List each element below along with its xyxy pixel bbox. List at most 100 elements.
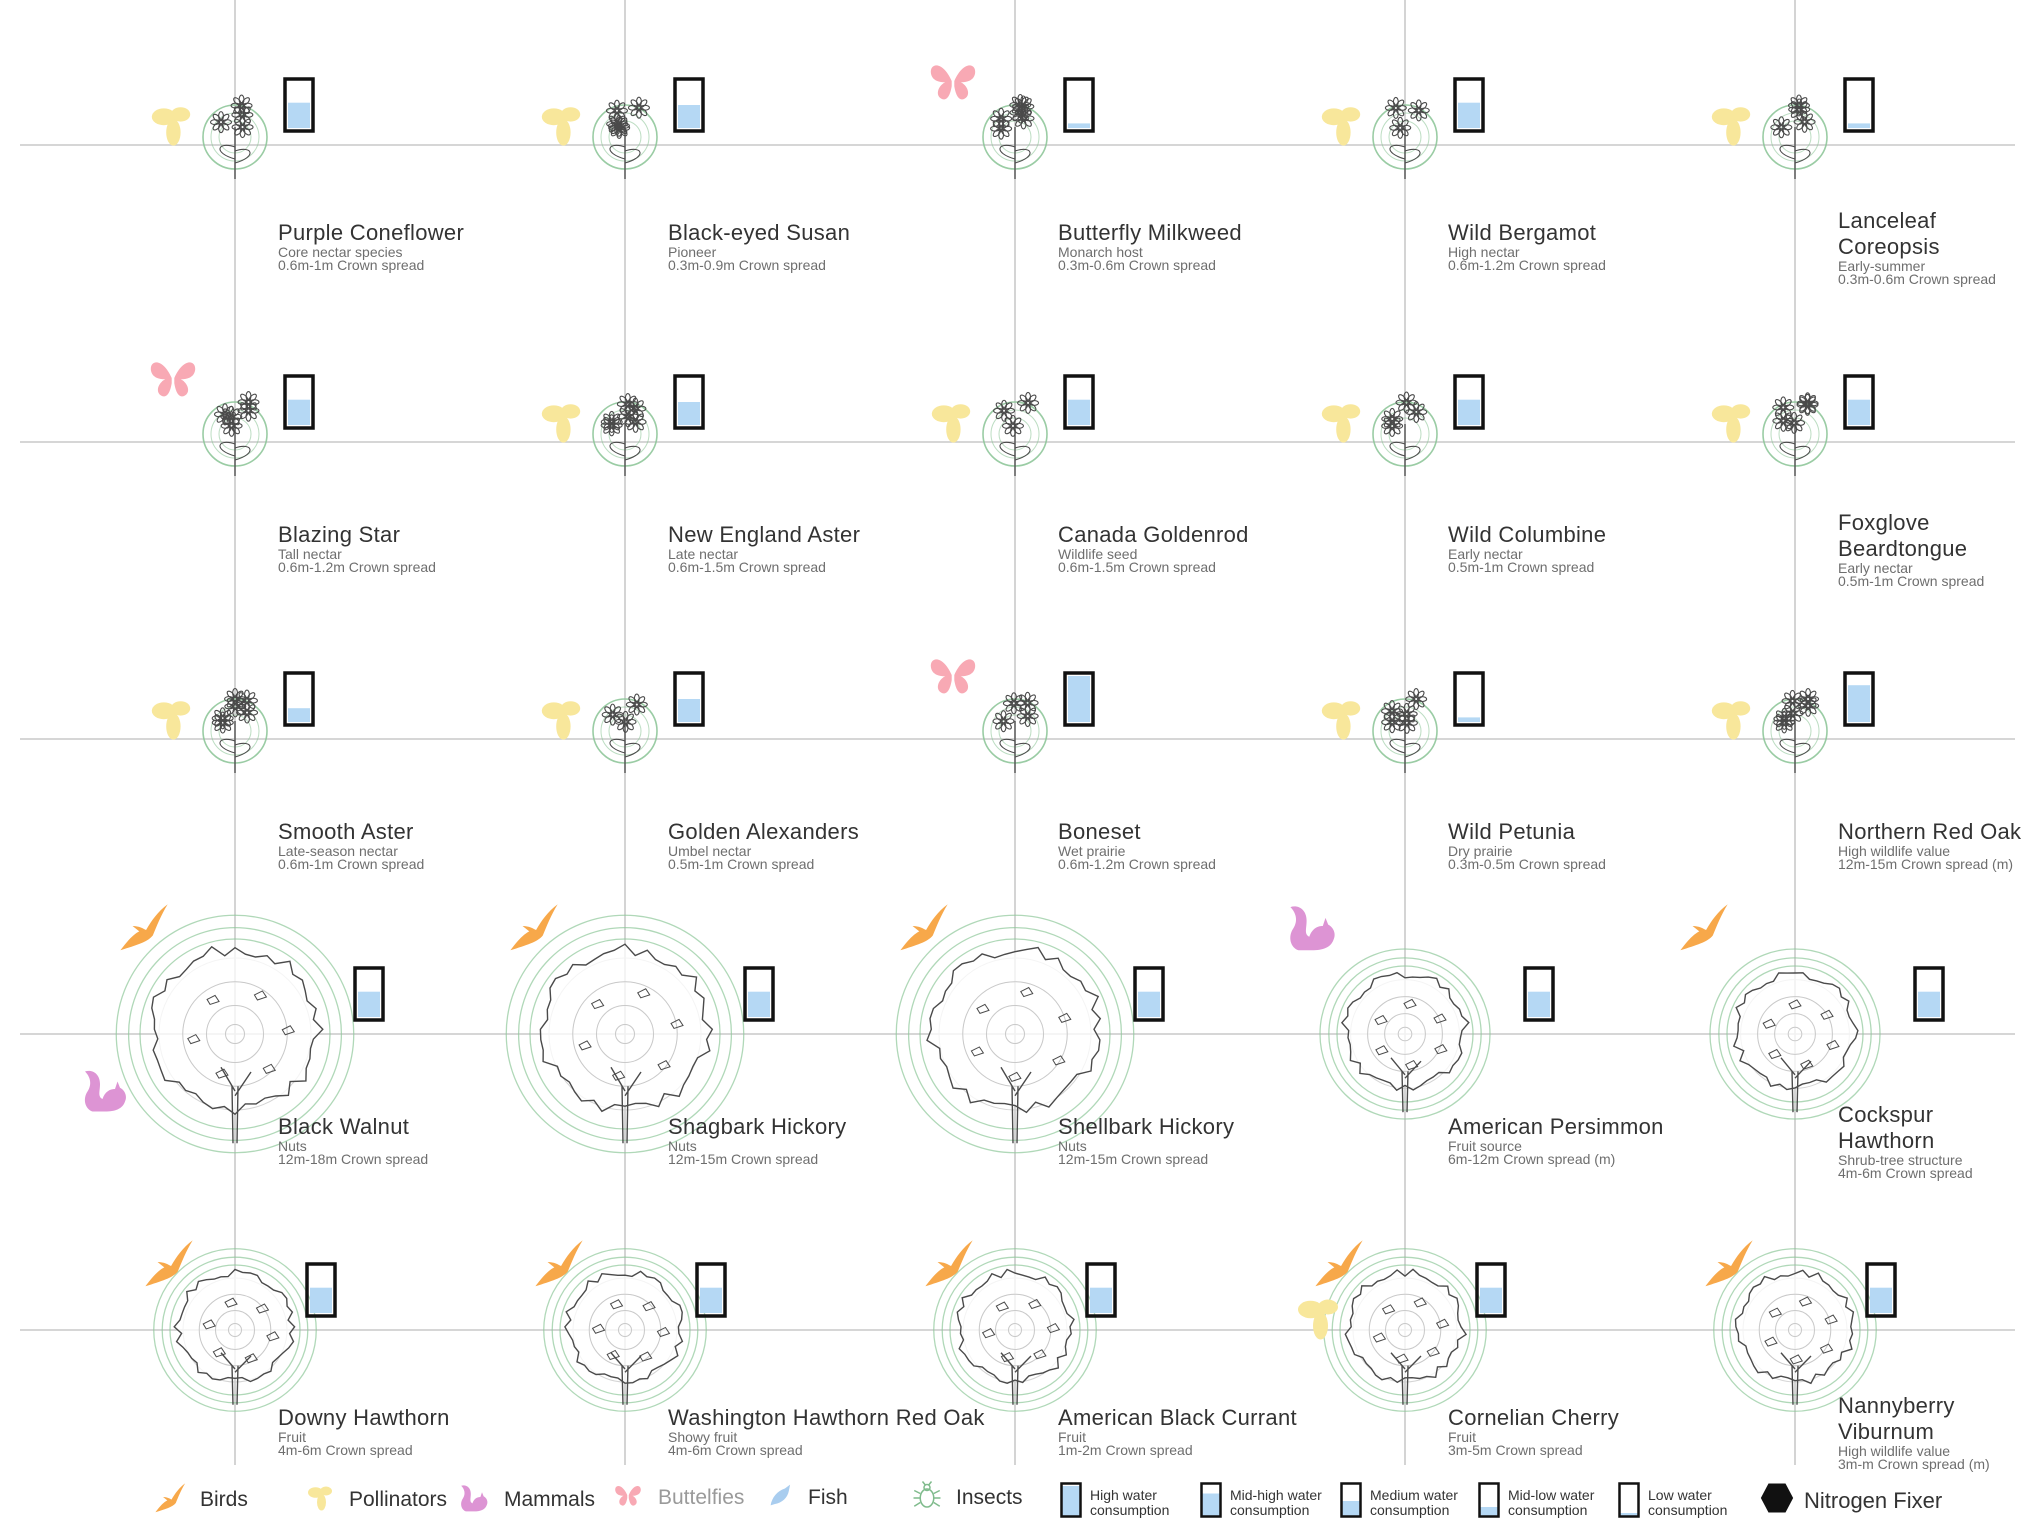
legend-fish: Fish xyxy=(768,1480,848,1515)
plant-crown-spread: 0.5m-1m Crown spread xyxy=(1838,573,1985,589)
plant-name: Canada Goldenrod xyxy=(1058,522,1249,547)
hexagon-icon xyxy=(1760,1482,1794,1519)
plant-name: American Black Currant xyxy=(1058,1405,1297,1430)
butterfly-icon xyxy=(150,362,196,397)
plant-crown-spread: 12m-18m Crown spread xyxy=(278,1151,429,1167)
water-cup-icon xyxy=(1063,671,1095,727)
legend-water-midhigh: Mid-high water consumption xyxy=(1200,1482,1345,1523)
plant-name: Northern Red Oak xyxy=(1838,819,2022,844)
plant-crown-spread: 12m-15m Crown spread (m) xyxy=(1838,856,2014,872)
plant-glyph xyxy=(982,691,1048,773)
pollinator-icon xyxy=(1711,107,1751,146)
plant-name: Boneset xyxy=(1058,819,1141,844)
plant-crown-spread: 0.6m-1m Crown spread xyxy=(278,856,425,872)
plant-glyph xyxy=(1372,391,1438,476)
water-cup-icon xyxy=(1453,671,1485,727)
legend-nitrogen-label: Nitrogen Fixer xyxy=(1804,1487,1943,1513)
plant-crown-spread: 12m-15m Crown spread xyxy=(1058,1151,1209,1167)
bird-icon xyxy=(145,1240,193,1287)
water-cup-icon xyxy=(1865,1262,1897,1318)
plant-glyph xyxy=(1372,96,1438,179)
water-cup-icon xyxy=(283,374,315,430)
bird-icon xyxy=(1705,1240,1753,1287)
pollinator-icon xyxy=(541,404,581,443)
bird-icon xyxy=(900,904,948,951)
water-cup-icon xyxy=(283,77,315,133)
water-cup-icon xyxy=(695,1262,727,1318)
plant-glyph xyxy=(1762,687,1828,773)
plant-crown-spread: 0.6m-1.2m Crown spread xyxy=(278,559,436,575)
plant-crown-spread: 0.6m-1.5m Crown spread xyxy=(1058,559,1216,575)
legend-pollinators: Pollinators xyxy=(305,1480,447,1519)
water-cup-icon xyxy=(673,77,705,133)
pollinator-icon xyxy=(1321,404,1361,443)
plant-glyph xyxy=(982,93,1048,179)
plant-name: American Persimmon xyxy=(1448,1114,1664,1139)
legend-insects-label: Insects xyxy=(956,1485,1023,1509)
plant-crown-spread: 4m-6m Crown spread xyxy=(278,1442,413,1458)
plant-crown-spread: 0.3m-0.6m Crown spread xyxy=(1058,257,1216,273)
plant-crown-spread: 12m-15m Crown spread xyxy=(668,1151,819,1167)
plant-name: Black-eyed Susan xyxy=(668,220,851,245)
plant-name: Butterfly Milkweed xyxy=(1058,220,1242,245)
plant-crown-spread: 4m-6m Crown spread xyxy=(1838,1165,1973,1181)
legend-birds: Birds xyxy=(152,1480,248,1519)
plant-name: Downy Hawthorn xyxy=(278,1405,450,1430)
beetle-icon xyxy=(912,1478,942,1517)
butterfly-icon xyxy=(930,659,976,694)
pollinator-icon xyxy=(541,701,581,740)
plant-name: Shagbark Hickory xyxy=(668,1114,847,1139)
water-cup-icon xyxy=(353,966,385,1022)
legend-water-medium-label: Medium water consumption xyxy=(1370,1486,1458,1518)
legend-birds-label: Birds xyxy=(200,1487,248,1511)
plant-name: Black Walnut xyxy=(278,1114,410,1139)
water-cup-icon xyxy=(1843,671,1875,727)
bird-icon xyxy=(1680,904,1728,951)
legend-butterflies: Buttelfies xyxy=(612,1480,744,1515)
plant-crown-spread: 0.3m-0.9m Crown spread xyxy=(668,257,826,273)
plant-name: Cockspur Hawthorn xyxy=(1838,1102,1935,1153)
plant-name: Purple Coneflower xyxy=(278,220,465,245)
pollinator-icon xyxy=(151,107,191,146)
plant-crown-spread: 4m-6m Crown spread xyxy=(668,1442,803,1458)
legend-water-low-label: Low water consumption xyxy=(1648,1486,1728,1518)
water-cup-icon xyxy=(1453,374,1485,430)
plant-crown-spread: 0.5m-1m Crown spread xyxy=(1448,559,1595,575)
legend-nitrogen: Nitrogen Fixer xyxy=(1760,1482,1942,1519)
legend-water-medium: Medium water consumption xyxy=(1340,1482,1485,1523)
bird-icon xyxy=(120,904,168,951)
pollinator-icon xyxy=(1711,404,1751,443)
pollinator-icon xyxy=(1711,701,1751,740)
plant-name: Wild Columbine xyxy=(1448,522,1607,547)
water-cup-icon xyxy=(1340,1482,1362,1523)
water-cup-icon xyxy=(673,374,705,430)
legend-fish-label: Fish xyxy=(808,1485,848,1509)
plant-glyph xyxy=(592,393,658,476)
bird-icon xyxy=(535,1240,583,1287)
plant-crown-spread: 1m-2m Crown spread xyxy=(1058,1442,1193,1458)
plant-glyph xyxy=(202,687,268,773)
pollinator-icon xyxy=(541,107,581,146)
water-cup-icon xyxy=(1453,77,1485,133)
plant-crown-spread: 0.5m-1m Crown spread xyxy=(668,856,815,872)
legend-pollinators-label: Pollinators xyxy=(349,1487,448,1511)
water-cup-icon xyxy=(743,966,775,1022)
plant-glyph xyxy=(1762,94,1828,179)
water-cup-icon xyxy=(1843,77,1875,133)
plant-name: Wild Petunia xyxy=(1448,819,1576,844)
legend-mammals: Mammals xyxy=(458,1480,595,1519)
plant-crown-spread: 6m-12m Crown spread (m) xyxy=(1448,1151,1616,1167)
plant-crown-spread: 0.3m-0.6m Crown spread xyxy=(1838,271,1996,287)
legend-water-high-label: High water consumption xyxy=(1090,1486,1170,1518)
water-cup-icon xyxy=(1063,77,1095,133)
water-cup-icon xyxy=(1200,1482,1222,1523)
water-cup-icon xyxy=(1913,966,1945,1022)
water-cup-icon xyxy=(1478,1482,1500,1523)
plant-name: Wild Bergamot xyxy=(1448,220,1597,245)
plant-glyph xyxy=(202,94,268,179)
plant-name: Blazing Star xyxy=(278,522,401,547)
plant-name: Nannyberry Viburnum xyxy=(1838,1393,1955,1444)
plant-name: Smooth Aster xyxy=(278,819,414,844)
plant-crown-spread: 0.6m-1.5m Crown spread xyxy=(668,559,826,575)
plant-crown-spread: 0.6m-1.2m Crown spread xyxy=(1058,856,1216,872)
